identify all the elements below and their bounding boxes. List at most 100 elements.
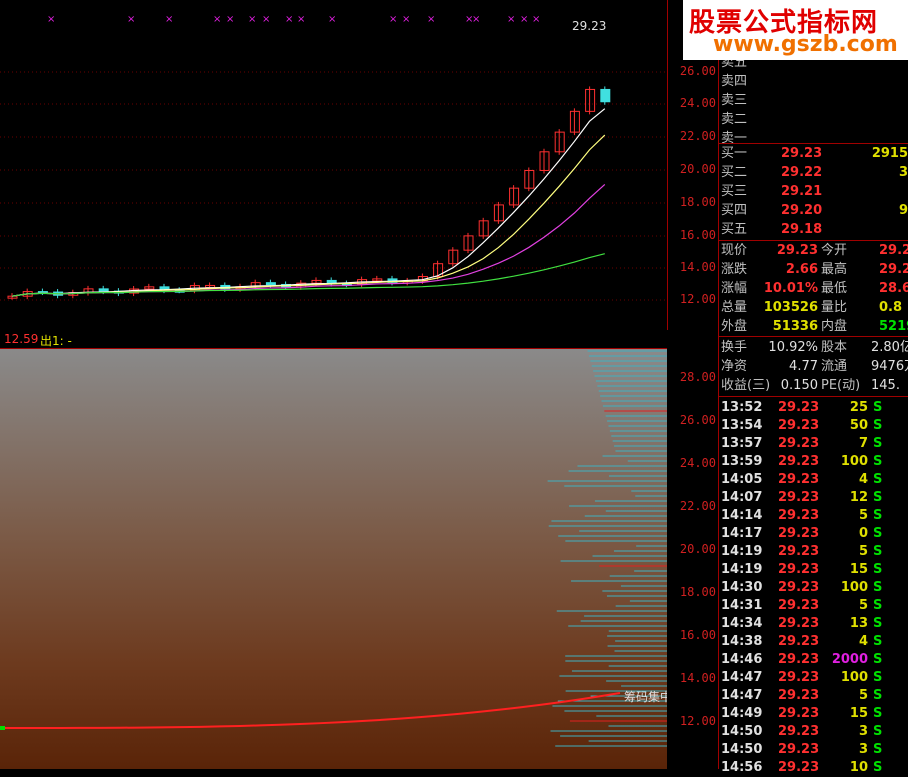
cost-line xyxy=(0,693,620,728)
trade-price: 29.23 xyxy=(778,435,819,453)
trade-volume: 25 xyxy=(850,399,868,417)
quote-row: 现价 29.23 今开 29.2 xyxy=(721,242,908,260)
info-value: 4.77 xyxy=(789,358,818,376)
indicator-label: 出1: - xyxy=(40,332,72,349)
trade-price: 29.23 xyxy=(778,543,819,561)
buy-level-price: 29.22 xyxy=(781,164,822,182)
quote-row: 外盘51336内盘5219 xyxy=(721,318,908,336)
axis-tick-bottom: 14.00 xyxy=(680,671,716,685)
trade-row[interactable]: 13:54 29.23 50 S xyxy=(721,417,908,435)
trade-volume: 5 xyxy=(859,687,868,705)
trade-side: S xyxy=(873,507,882,525)
axis-tick-bottom: 28.00 xyxy=(680,370,716,384)
buy-level-volume: 3 xyxy=(899,164,908,182)
trade-row[interactable]: 13:52 29.23 25 S xyxy=(721,399,908,417)
trade-price: 29.23 xyxy=(778,597,819,615)
axis-tick-bottom: 12.00 xyxy=(680,714,716,728)
trade-price: 29.23 xyxy=(778,687,819,705)
trade-side: S xyxy=(873,741,882,759)
site-banner: 股票公式指标网 www.gszb.com xyxy=(683,0,908,60)
signal-marker: × xyxy=(389,14,397,25)
quote-value: 10.01% xyxy=(764,280,818,298)
sell-level-label: 卖三 xyxy=(721,92,747,110)
info-value-2: 145. xyxy=(871,377,900,395)
trade-row[interactable]: 14:14 29.23 5 S xyxy=(721,507,908,525)
trade-row[interactable]: 14:05 29.23 4 S xyxy=(721,471,908,489)
trade-time: 14:05 xyxy=(721,471,762,489)
buy-level-row: 买五 29.18 xyxy=(721,221,908,239)
quote-value: 51336 xyxy=(773,318,818,336)
trade-row[interactable]: 13:57 29.23 7 S xyxy=(721,435,908,453)
trade-side: S xyxy=(873,597,882,615)
quote-row: 涨跌 2.66 最高 29.2 xyxy=(721,261,908,279)
trade-row[interactable]: 14:50 29.23 3 S xyxy=(721,723,908,741)
axis-tick-bottom: 20.00 xyxy=(680,542,716,556)
quote-label: 外盘 xyxy=(721,318,747,336)
info-row: 换手 10.92% 股本 2.80亿 xyxy=(721,339,908,357)
quote-label-2: 最高 xyxy=(821,261,847,279)
trade-row[interactable]: 14:47 29.23 100 S xyxy=(721,669,908,687)
buy-level-price: 29.23 xyxy=(781,145,822,163)
trade-row[interactable]: 14:49 29.23 15 S xyxy=(721,705,908,723)
axis-tick-top: 18.00 xyxy=(680,195,716,209)
trade-row[interactable]: 14:50 29.23 3 S xyxy=(721,741,908,759)
signal-marker: × xyxy=(127,14,135,25)
trade-price: 29.23 xyxy=(778,741,819,759)
chip-distribution-chart[interactable]: 筹码集中 xyxy=(0,349,667,769)
trade-row[interactable]: 14:30 29.23 100 S xyxy=(721,579,908,597)
candle-body xyxy=(266,283,275,285)
info-row: 净资 4.77流通 9476万 xyxy=(721,358,908,376)
trade-price: 29.23 xyxy=(778,471,819,489)
trade-row[interactable]: 14:17 29.23 0 S xyxy=(721,525,908,543)
trade-side: S xyxy=(873,579,882,597)
trade-row[interactable]: 14:19 29.23 5 S xyxy=(721,543,908,561)
candlestick-chart[interactable]: × × × × × × × × × × × × × × × × × × 29.23 xyxy=(0,0,668,330)
sell-level-row: 卖三 xyxy=(721,92,747,110)
signal-marker: × xyxy=(248,14,256,25)
trade-row[interactable]: 14:47 29.23 5 S xyxy=(721,687,908,705)
trade-side: S xyxy=(873,561,882,579)
trade-volume: 3 xyxy=(859,723,868,741)
buy-level-volume: 2915 xyxy=(872,145,908,163)
trade-row[interactable]: 14:56 29.23 10 S xyxy=(721,759,908,777)
buy-level-row: 买四 29.20 9 xyxy=(721,202,908,220)
trade-side: S xyxy=(873,615,882,633)
quote-value-2: 29.2 xyxy=(879,261,908,279)
trade-price: 29.23 xyxy=(778,399,819,417)
trade-price: 29.23 xyxy=(778,705,819,723)
info-value: 0.150 xyxy=(781,377,818,395)
quote-row: 涨幅 10.01% 最低 28.6 xyxy=(721,280,908,298)
trade-volume: 50 xyxy=(850,417,868,435)
trade-side: S xyxy=(873,453,882,471)
quote-value: 2.66 xyxy=(786,261,818,279)
sell-level-label: 卖二 xyxy=(721,111,747,129)
trade-volume: 15 xyxy=(850,705,868,723)
trade-row[interactable]: 14:31 29.23 5 S xyxy=(721,597,908,615)
buy-level-price: 29.21 xyxy=(781,183,822,201)
chip-svg xyxy=(0,349,667,769)
ma10-line xyxy=(12,135,605,296)
trade-time: 14:50 xyxy=(721,741,762,759)
trade-time: 14:47 xyxy=(721,669,762,687)
info-label: 净资 xyxy=(721,358,747,376)
info-value: 10.92% xyxy=(768,339,818,357)
indicator-header: 12.59 出1: - xyxy=(0,330,667,349)
trade-row[interactable]: 14:34 29.23 13 S xyxy=(721,615,908,633)
trade-row[interactable]: 14:19 29.23 15 S xyxy=(721,561,908,579)
trade-volume: 4 xyxy=(859,471,868,489)
sell-level-row: 卖四 xyxy=(721,73,747,91)
buy-level-price: 29.20 xyxy=(781,202,822,220)
trade-volume: 2000 xyxy=(832,651,868,669)
trade-price: 29.23 xyxy=(778,615,819,633)
quote-row: 总量 103526 量比 0.8 xyxy=(721,299,908,317)
info-label-2: 流通 xyxy=(821,358,847,376)
trade-row[interactable]: 14:38 29.23 4 S xyxy=(721,633,908,651)
buy-level-label: 买五 xyxy=(721,221,747,239)
trade-row[interactable]: 13:59 29.23 100 S xyxy=(721,453,908,471)
info-value-2: 9476万 xyxy=(871,358,908,376)
axis-tick-top: 16.00 xyxy=(680,228,716,242)
trade-volume: 100 xyxy=(841,453,868,471)
axis-tick-bottom: 22.00 xyxy=(680,499,716,513)
trade-row[interactable]: 14:07 29.23 12 S xyxy=(721,489,908,507)
trade-row[interactable]: 14:46 29.23 2000 S xyxy=(721,651,908,669)
